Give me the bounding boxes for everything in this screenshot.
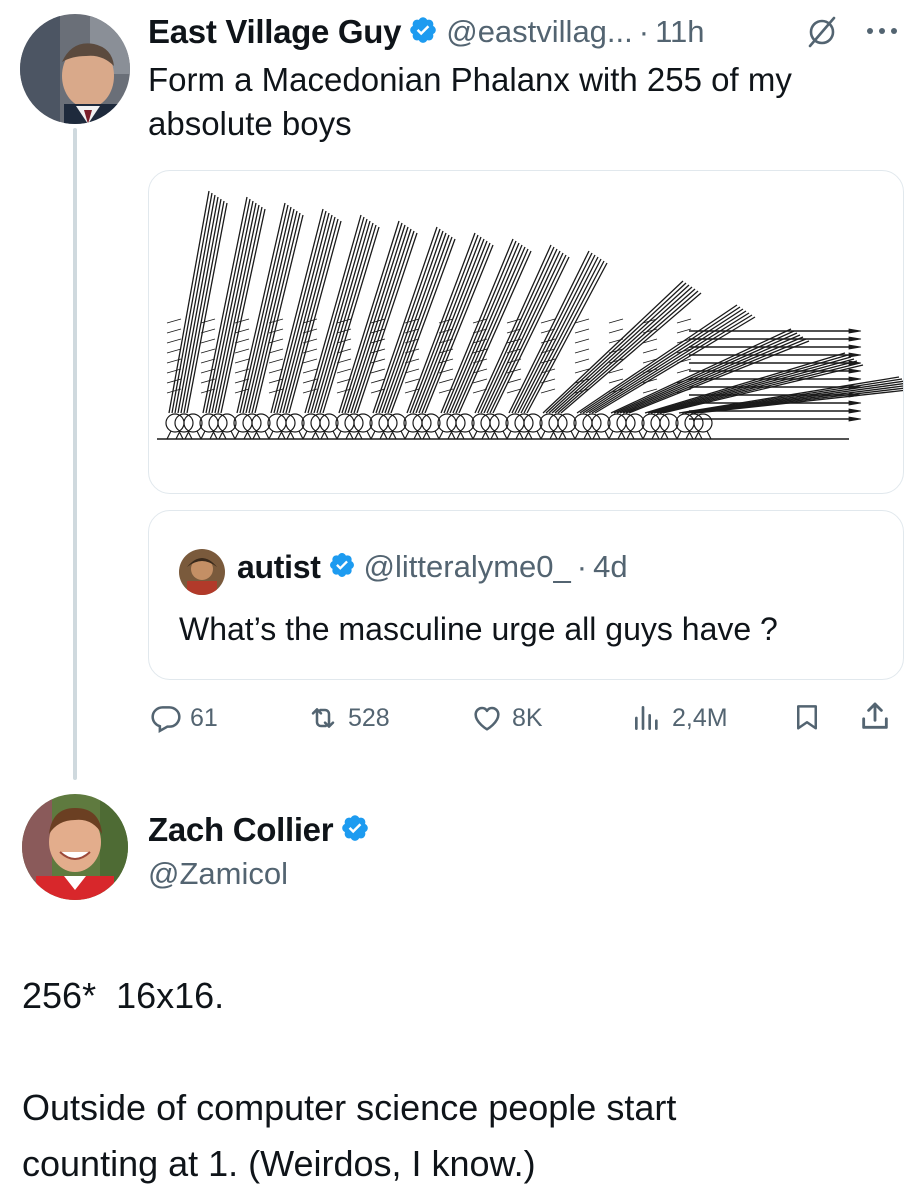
verified-icon bbox=[340, 813, 370, 848]
like-button[interactable]: 8K bbox=[470, 700, 543, 736]
bookmark-icon[interactable] bbox=[792, 700, 826, 736]
retweet-button[interactable]: 528 bbox=[306, 700, 390, 736]
views-button[interactable]: 2,4M bbox=[630, 700, 728, 736]
tweet-time[interactable]: 11h bbox=[655, 14, 704, 50]
tweet-header: East Village Guy @eastvillag... · 11h bbox=[148, 10, 908, 54]
like-icon bbox=[474, 706, 500, 731]
reply-text-line-3: counting at 1. (Weirdos, I know.) bbox=[22, 1143, 536, 1184]
more-icon[interactable] bbox=[862, 22, 902, 40]
reply-text-line-2: Outside of computer science people start bbox=[22, 1087, 677, 1128]
reply-text-line-1: 256* 16x16. bbox=[22, 975, 225, 1016]
reply-count: 61 bbox=[190, 703, 218, 732]
reply-author-handle[interactable]: @Zamicol bbox=[148, 856, 288, 892]
separator-dot: · bbox=[638, 14, 650, 49]
reply-icon bbox=[151, 706, 181, 733]
separator-dot: · bbox=[576, 549, 588, 584]
thread-line bbox=[73, 128, 77, 780]
share-icon[interactable] bbox=[858, 698, 894, 736]
quoted-tweet[interactable]: autist @litteralyme0_ · 4d What’s the ma… bbox=[148, 510, 904, 680]
quote-author-avatar[interactable] bbox=[179, 549, 225, 595]
quote-author-handle[interactable]: @litteralyme0_ bbox=[364, 549, 571, 585]
author-handle[interactable]: @eastvillag... bbox=[446, 14, 633, 50]
reply-button[interactable]: 61 bbox=[150, 700, 218, 736]
quote-header: autist @litteralyme0_ · 4d bbox=[237, 545, 628, 589]
quote-author-name[interactable]: autist bbox=[237, 549, 321, 586]
tweet-text: Form a Macedonian Phalanx with 255 of my… bbox=[148, 61, 792, 142]
verified-icon bbox=[408, 15, 438, 50]
phalanx-illustration bbox=[157, 190, 903, 440]
views-icon bbox=[635, 706, 658, 730]
author-name[interactable]: East Village Guy bbox=[148, 13, 402, 51]
quote-time[interactable]: 4d bbox=[593, 549, 627, 585]
views-count: 2,4M bbox=[672, 703, 728, 732]
grok-icon[interactable] bbox=[804, 14, 840, 50]
tweet-media[interactable] bbox=[148, 170, 904, 494]
like-count: 8K bbox=[512, 703, 543, 732]
author-avatar[interactable] bbox=[20, 14, 130, 124]
reply-author-name[interactable]: Zach Collier bbox=[148, 811, 334, 849]
verified-icon bbox=[328, 551, 356, 584]
quote-text: What’s the masculine urge all guys have … bbox=[179, 611, 778, 647]
retweet-count: 528 bbox=[348, 703, 390, 732]
reply-header: Zach Collier bbox=[148, 808, 370, 852]
retweet-icon bbox=[311, 708, 335, 728]
reply-author-avatar[interactable] bbox=[22, 794, 128, 900]
